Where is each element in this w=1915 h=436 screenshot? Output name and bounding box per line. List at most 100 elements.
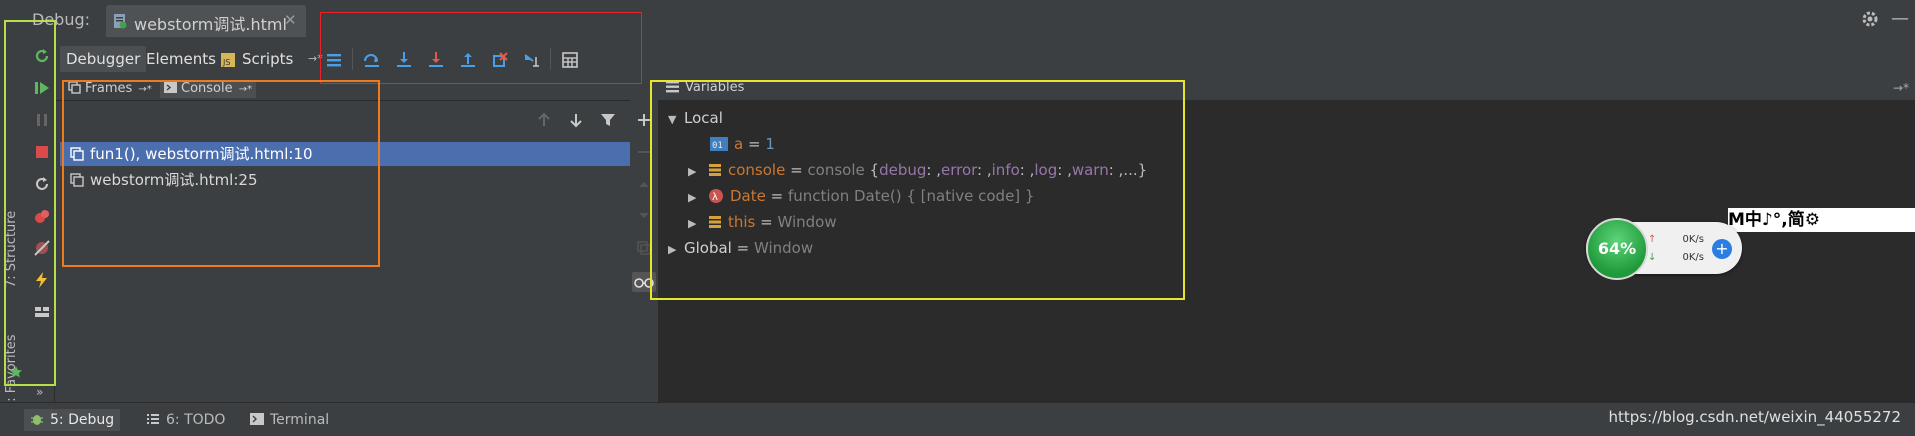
variables-panel-header: Variables →*	[658, 78, 1915, 101]
separator: : ,	[926, 161, 941, 179]
frames-toolbar	[56, 100, 630, 142]
debugger-toolbar: Debugger Elements JS Scripts →*	[56, 40, 1915, 79]
watches-glasses-icon[interactable]	[632, 272, 656, 292]
collapsed-arrow-icon[interactable]: ▶	[688, 160, 704, 184]
tool-tab-todo-label: 6: TODO	[166, 412, 226, 428]
tree-node-local[interactable]: ▼ Local	[668, 106, 723, 130]
svg-text:01: 01	[712, 141, 723, 151]
tree-node-global[interactable]: ▶ Global = Window	[668, 236, 813, 260]
filter-icon[interactable]	[600, 112, 616, 128]
node-label: Local	[684, 109, 723, 127]
tree-node-variable[interactable]: ▶ console = console {debug: ,error: ,info…	[688, 158, 1147, 182]
structure-tool-tab[interactable]: 7: Structure	[4, 211, 19, 288]
step-out-icon[interactable]	[456, 48, 480, 72]
view-breakpoints-icon[interactable]	[30, 204, 54, 228]
tab-console-label: Console	[181, 81, 233, 96]
variable-value: 1	[765, 135, 775, 153]
tab-frames[interactable]: Frames →*	[64, 80, 156, 98]
debug-window-label: Debug:	[32, 10, 91, 29]
frame-row[interactable]: fun1(), webstorm调试.html:10	[60, 142, 630, 166]
separator: : ,	[977, 161, 992, 179]
arrow-down-icon[interactable]	[568, 112, 584, 128]
expanded-arrow-icon[interactable]: ▼	[668, 108, 684, 132]
collapsed-arrow-icon[interactable]: ▶	[668, 238, 684, 262]
tab-debugger[interactable]: Debugger	[60, 46, 147, 72]
stop-icon[interactable]	[30, 140, 54, 164]
equals: =	[743, 135, 766, 153]
collapsed-arrow-icon[interactable]: ▶	[688, 186, 704, 210]
variable-value: Window	[777, 213, 837, 231]
tool-tab-todo[interactable]: 6: TODO	[140, 409, 231, 431]
copy-icon[interactable]	[636, 240, 652, 256]
tool-tab-debug-label: 5: Debug	[50, 412, 115, 428]
bug-icon	[30, 412, 44, 426]
js-file-icon: JS	[220, 51, 238, 69]
evaluate-expression-icon[interactable]	[558, 48, 582, 72]
equals: =	[755, 213, 778, 231]
property-name: log	[1034, 161, 1058, 179]
variables-title: Variables	[666, 80, 744, 95]
tool-tab-debug[interactable]: 5: Debug	[24, 409, 121, 431]
mute-breakpoints-icon[interactable]	[30, 236, 54, 260]
resume-icon[interactable]	[30, 76, 54, 100]
variables-side-toolbar	[630, 78, 659, 402]
variable-name: Date	[730, 187, 766, 205]
arrow-up-icon[interactable]	[536, 112, 552, 128]
ime-toolbar[interactable]: M中♪°,简⚙	[1728, 208, 1915, 232]
property-name: error	[940, 161, 978, 179]
toolbar-separator	[352, 48, 353, 70]
memory-usage-badge: 64%	[1586, 218, 1648, 280]
rerun-icon[interactable]	[30, 44, 54, 68]
step-over-icon[interactable]	[360, 48, 384, 72]
tree-node-variable[interactable]: ▶ this = Window	[688, 210, 837, 234]
layout-icon[interactable]	[30, 300, 54, 324]
tool-tab-terminal[interactable]: Terminal	[244, 409, 335, 431]
left-tool-stripe: 7: Structure 2: Favorites »	[0, 40, 55, 410]
pin-tab-icon[interactable]: →*	[308, 52, 323, 65]
accelerate-button[interactable]: +	[1712, 239, 1732, 259]
property-name: info	[991, 161, 1020, 179]
variable-value: Window	[753, 239, 814, 257]
lightning-icon[interactable]	[30, 268, 54, 292]
force-step-into-icon[interactable]	[424, 48, 448, 72]
tree-node-variable[interactable]: ▶ λ Date = function Date() { [native code]…	[688, 184, 1034, 208]
step-into-icon[interactable]	[392, 48, 416, 72]
variable-type: console	[807, 161, 870, 179]
add-watch-icon[interactable]	[636, 112, 652, 128]
tree-node-variable[interactable]: 01 a = 1	[710, 132, 775, 156]
separator: : ,	[1057, 161, 1072, 179]
frame-row[interactable]: webstorm调试.html:25	[60, 168, 630, 192]
debug-session-tab-label: webstorm调试.html	[134, 15, 287, 34]
remove-watch-icon[interactable]	[636, 144, 652, 160]
upload-speed: 0K/s	[1682, 234, 1705, 245]
show-execution-point-icon[interactable]	[322, 48, 346, 72]
minimize-icon[interactable]: —	[1891, 8, 1909, 29]
run-to-cursor-icon[interactable]	[520, 48, 544, 72]
network-speed-widget[interactable]: 64% ↑ ↓ 0K/s 0K/s +	[1586, 218, 1742, 280]
move-up-icon[interactable]	[636, 176, 652, 192]
variables-icon	[666, 80, 679, 93]
move-down-icon[interactable]	[636, 208, 652, 224]
pin-tab-icon[interactable]: →*	[1893, 81, 1909, 95]
tab-elements[interactable]: Elements	[140, 46, 222, 72]
refresh-icon[interactable]	[30, 172, 54, 196]
pin-tab-icon[interactable]: →*	[138, 84, 151, 95]
brace: {	[869, 161, 880, 179]
drop-frame-icon[interactable]	[488, 48, 512, 72]
frames-panel-header: Frames →* Console →*	[56, 78, 630, 101]
favorites-star-icon	[10, 366, 22, 378]
tab-scripts[interactable]: JS Scripts	[216, 46, 299, 72]
more-tools-icon[interactable]: »	[36, 385, 43, 399]
close-tab-icon[interactable]: ✕	[284, 11, 297, 29]
todo-list-icon	[146, 412, 160, 426]
tab-console[interactable]: Console →*	[160, 80, 257, 98]
variable-name: this	[728, 213, 756, 231]
collapsed-arrow-icon[interactable]: ▶	[688, 212, 704, 236]
debug-session-tab[interactable]: webstorm调试.html ✕	[106, 5, 306, 37]
variable-name: a	[734, 135, 744, 153]
variable-value: function Date() { [native code] }	[787, 187, 1035, 205]
pause-icon[interactable]	[30, 108, 54, 132]
settings-gear-icon[interactable]	[1861, 10, 1879, 28]
pin-tab-icon[interactable]: →*	[239, 84, 252, 95]
frame-icon	[70, 147, 84, 161]
